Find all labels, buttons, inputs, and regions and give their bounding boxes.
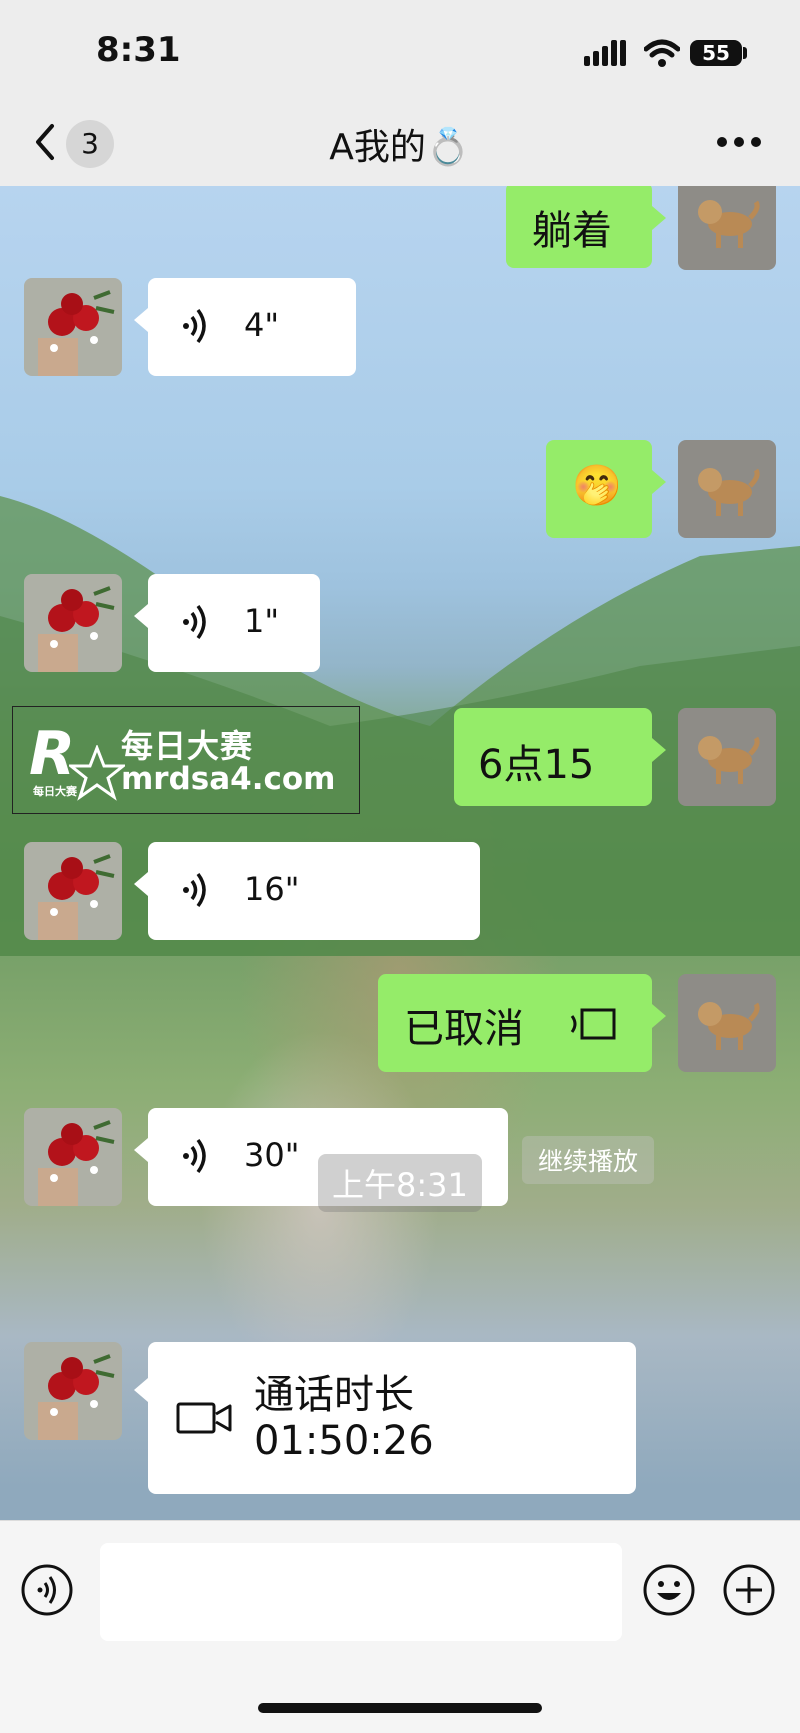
incoming-video-call-message[interactable]: 通话时长 01:50:26 (134, 1342, 636, 1494)
my-avatar[interactable] (678, 974, 776, 1072)
status-time: 8:31 (96, 30, 181, 70)
more-dots-icon[interactable] (716, 136, 762, 148)
bubble-tail (652, 738, 666, 762)
bubble-tail (134, 308, 148, 332)
incoming-voice-message[interactable]: 16" (134, 842, 480, 940)
voice-call-icon (570, 1008, 616, 1040)
call-title: 通话时长 (254, 1372, 414, 1418)
my-avatar[interactable] (678, 708, 776, 806)
incoming-voice-message[interactable]: 4" (134, 278, 356, 376)
bubble-tail (652, 1004, 666, 1028)
bubble-tail (134, 872, 148, 896)
message-text: 躺着 (532, 208, 612, 254)
outgoing-emoji-message[interactable]: 🤭 (546, 440, 666, 538)
outgoing-call-cancelled-message[interactable]: 已取消 (378, 974, 666, 1072)
voice-duration: 16" (244, 870, 300, 908)
my-avatar[interactable] (678, 440, 776, 538)
voice-wave-icon (183, 872, 206, 908)
voice-input-toggle-icon[interactable] (20, 1563, 74, 1617)
contact-avatar[interactable] (24, 574, 122, 672)
status-bar: 8:31 55 (0, 0, 800, 100)
outgoing-text-message[interactable]: 躺着 (506, 186, 666, 268)
chat-title: A我的💍 (329, 127, 471, 168)
voice-wave-icon (183, 1138, 206, 1174)
message-emoji: 🤭 (572, 463, 622, 509)
continue-playback-hint[interactable]: 继续播放 (522, 1136, 655, 1184)
home-indicator (258, 1703, 542, 1713)
bubble-tail (134, 1138, 148, 1162)
message-input[interactable] (100, 1543, 622, 1641)
chat-header: 3 A我的💍 (0, 100, 800, 186)
signal-icon (584, 40, 626, 66)
input-toolbar (0, 1520, 800, 1733)
message-timestamp: 上午8:31 (318, 1154, 482, 1212)
smiley-icon[interactable] (642, 1563, 696, 1617)
voice-wave-icon (183, 604, 206, 640)
contact-avatar[interactable] (24, 842, 122, 940)
watermark-logo: R 每日大赛 每日大赛 mrdsa4.com (12, 706, 360, 814)
video-camera-icon (176, 1402, 232, 1434)
bubble-tail (134, 604, 148, 628)
bubble-tail (652, 206, 666, 230)
message-text: 已取消 (404, 1006, 524, 1052)
wifi-icon (644, 39, 680, 67)
contact-avatar[interactable] (24, 1108, 122, 1206)
watermark-small-text: 每日大赛 (33, 785, 77, 798)
voice-duration: 4" (244, 306, 280, 344)
plus-circle-icon[interactable] (722, 1563, 776, 1617)
my-avatar[interactable] (678, 186, 776, 270)
voice-duration: 30" (244, 1136, 300, 1174)
contact-avatar[interactable] (24, 1342, 122, 1440)
message-text: 6点15 (478, 742, 595, 788)
contact-avatar[interactable] (24, 278, 122, 376)
call-duration: 01:50:26 (254, 1418, 434, 1464)
chat-message-area[interactable]: 躺着 4" 🤭 1" R 每日大赛 每日大赛 mrdsa4.com 6点15 1… (0, 186, 800, 1520)
star-icon (69, 745, 125, 801)
battery-indicator: 55 (690, 40, 742, 66)
outgoing-text-message[interactable]: 6点15 (454, 708, 666, 806)
bubble-tail (652, 470, 666, 494)
watermark-url: mrdsa4.com (121, 761, 336, 797)
voice-wave-icon (183, 308, 206, 344)
incoming-voice-message[interactable]: 1" (134, 574, 320, 672)
bubble-tail (134, 1378, 148, 1402)
voice-duration: 1" (244, 602, 280, 640)
battery-tip (743, 47, 747, 59)
